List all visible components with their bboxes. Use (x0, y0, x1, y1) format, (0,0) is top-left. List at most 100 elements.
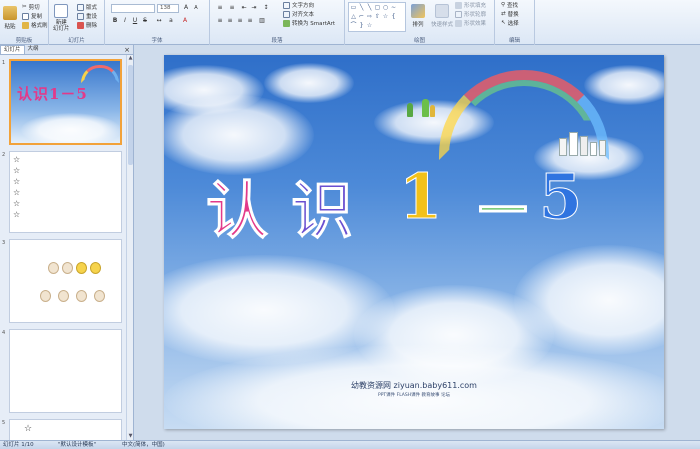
slide-thumbnail-row[interactable]: 2 ☆ ☆ ☆ ☆ ☆ ☆ (0, 151, 126, 233)
arrow-shape-icon[interactable]: ⇧ (374, 13, 381, 20)
line-shape-icon[interactable]: ╲ (358, 4, 365, 11)
font-color-icon[interactable]: A (181, 17, 189, 25)
delete-icon (77, 21, 84, 29)
align-text-button[interactable]: 对齐文本 (283, 10, 314, 18)
select-button[interactable]: ↖ 选择 (501, 19, 519, 27)
callout-shape-icon[interactable]: ⌒ (350, 22, 357, 29)
convert-smartart-button[interactable]: 转换为 SmartArt (283, 19, 335, 27)
slide-thumbnail-row[interactable]: 5 ☆ (0, 419, 126, 440)
replace-button[interactable]: ⇄ 替换 (501, 10, 519, 18)
decrease-indent-icon[interactable]: ⇤ (240, 4, 248, 12)
layout-button[interactable]: 版式 (77, 3, 97, 11)
font-size-combo[interactable]: 138 (157, 4, 179, 13)
slide-thumbnail[interactable] (9, 329, 122, 413)
sheep-figures (48, 262, 110, 278)
curve-shape-icon[interactable]: ∼ (390, 4, 397, 11)
tab-outline[interactable]: 大纲 (25, 45, 42, 54)
editing-label: 编辑 (508, 38, 520, 44)
slides-group: 新建 幻灯片 版式 重设 删除 幻灯片 (49, 0, 105, 45)
tree-graphic (407, 103, 413, 117)
language-indicator[interactable]: 中文(简体，中国) (122, 441, 165, 449)
quick-styles-button[interactable]: 快速样式 (431, 4, 453, 28)
shrink-font-icon[interactable]: A (192, 4, 200, 12)
replace-icon: ⇄ (501, 11, 506, 17)
close-icon[interactable]: × (124, 45, 130, 55)
new-slide-button[interactable]: 新建 幻灯片 (53, 4, 70, 32)
change-case-icon[interactable]: a (167, 17, 175, 25)
increase-indent-icon[interactable]: ⇥ (250, 4, 258, 12)
grow-font-icon[interactable]: A (182, 4, 190, 12)
bold-button[interactable]: B (111, 17, 119, 25)
cut-button[interactable]: ✂ 剪切 (22, 3, 40, 11)
bracket-shape-icon[interactable]: ⌐ (358, 13, 365, 20)
bullets-icon[interactable]: ≡ (216, 4, 224, 12)
site-watermark: 幼教资源网 ziyuan.baby611.com (351, 381, 477, 390)
font-name-combo[interactable] (111, 4, 155, 13)
drawing-label: 绘图 (413, 38, 425, 44)
format-painter-button[interactable]: 格式刷 (22, 21, 48, 29)
triangle-shape-icon[interactable]: △ (350, 13, 357, 20)
char-spacing-icon[interactable]: ↔ (155, 17, 163, 25)
title-char-4[interactable]: － (471, 160, 534, 250)
delete-slide-button[interactable]: 删除 (77, 21, 97, 29)
slide-thumbnail[interactable]: ☆ (9, 419, 122, 440)
reset-button[interactable]: 重设 (77, 12, 97, 20)
arrow-shape-icon[interactable]: ⇨ (366, 13, 373, 20)
scroll-up-icon[interactable]: ▲ (127, 55, 134, 62)
arrange-button[interactable]: 排列 (411, 4, 425, 28)
shape-fill-button[interactable]: 形状填充 (455, 1, 486, 9)
slide-thumbnail-row[interactable]: 3 (0, 239, 126, 323)
text-direction-button[interactable]: 文字方向 (283, 1, 314, 9)
italic-button[interactable]: I (121, 17, 129, 25)
font-group: 138 A A B I U S ↔ a A 字体 (105, 0, 210, 45)
font-label: 字体 (151, 38, 163, 44)
title-char-2[interactable]: 识 (290, 160, 353, 250)
shape-outline-button[interactable]: 形状轮廓 (455, 10, 486, 18)
oval-shape-icon[interactable]: ○ (382, 4, 389, 11)
drawing-group: ▭ ╲ ╲ ▢ ○ ∼ △ ⌐ ⇨ ⇧ ☆ { ⌒ } ☆ 排列 快速样式 形状… (345, 0, 495, 45)
paste-icon (3, 6, 17, 20)
arrange-icon (411, 4, 425, 18)
title-char-5[interactable]: 5 (538, 160, 582, 234)
copy-button[interactable]: 复制 (22, 12, 42, 20)
tab-slides[interactable]: 幻灯片 (0, 45, 25, 54)
slide-number: 1 (2, 60, 6, 66)
textbox-shape-icon[interactable]: ▭ (350, 4, 357, 11)
find-button[interactable]: ⚲ 查找 (501, 1, 518, 9)
align-center-icon[interactable]: ≡ (226, 17, 234, 25)
slide-thumbnail[interactable]: ☆ ☆ ☆ ☆ ☆ ☆ (9, 151, 122, 233)
title-char-3[interactable]: 1 (398, 160, 442, 234)
scroll-down-icon[interactable]: ▼ (127, 433, 134, 440)
shape-effects-button[interactable]: 形状效果 (455, 19, 486, 27)
ribbon: 粘贴 ✂剪切 复制 格式刷 剪贴板 新建 幻灯片 版式 重设 删除 幻灯片 1 (0, 0, 700, 45)
paste-button[interactable]: 粘贴 (3, 6, 17, 30)
line-shape-icon[interactable]: ╲ (366, 4, 373, 11)
rainbow-graphic (81, 65, 119, 83)
slide-thumbnail[interactable]: 认识1－5 (9, 59, 122, 145)
justify-icon[interactable]: ≡ (246, 17, 254, 25)
columns-icon[interactable]: ▥ (258, 17, 266, 25)
slide-number: 5 (2, 420, 6, 426)
star-shape-icon[interactable]: ☆ (382, 13, 389, 20)
slide-thumbnail-row[interactable]: 4 (0, 329, 126, 413)
shape-effects-icon (455, 19, 462, 27)
slide-number: 3 (2, 240, 6, 246)
pane-scrollbar[interactable]: ▲ ▼ (126, 55, 133, 440)
rectangle-shape-icon[interactable]: ▢ (374, 4, 381, 11)
align-right-icon[interactable]: ≡ (236, 17, 244, 25)
editing-group: ⚲ 查找 ⇄ 替换 ↖ 选择 编辑 (495, 0, 535, 45)
brace-shape-icon[interactable]: { (390, 13, 397, 20)
title-char-1[interactable]: 认 (205, 160, 268, 250)
slide-thumbnail[interactable] (9, 239, 122, 323)
slide-canvas[interactable]: 认 识 1 － 5 幼教资源网 ziyuan.baby611.com PPT课件… (164, 55, 664, 429)
slide-thumbnail-row[interactable]: 1 认识1－5 (0, 59, 126, 145)
strikethrough-button[interactable]: S (141, 17, 149, 25)
align-left-icon[interactable]: ≡ (216, 17, 224, 25)
numbering-icon[interactable]: ≡ (228, 4, 236, 12)
shapes-gallery[interactable]: ▭ ╲ ╲ ▢ ○ ∼ △ ⌐ ⇨ ⇧ ☆ { ⌒ } ☆ (348, 2, 406, 32)
scroll-thumb[interactable] (128, 65, 133, 165)
underline-button[interactable]: U (131, 17, 139, 25)
brace-shape-icon[interactable]: } (358, 22, 365, 29)
star-shape-icon[interactable]: ☆ (366, 22, 373, 29)
line-spacing-icon[interactable]: ↕ (262, 4, 270, 12)
